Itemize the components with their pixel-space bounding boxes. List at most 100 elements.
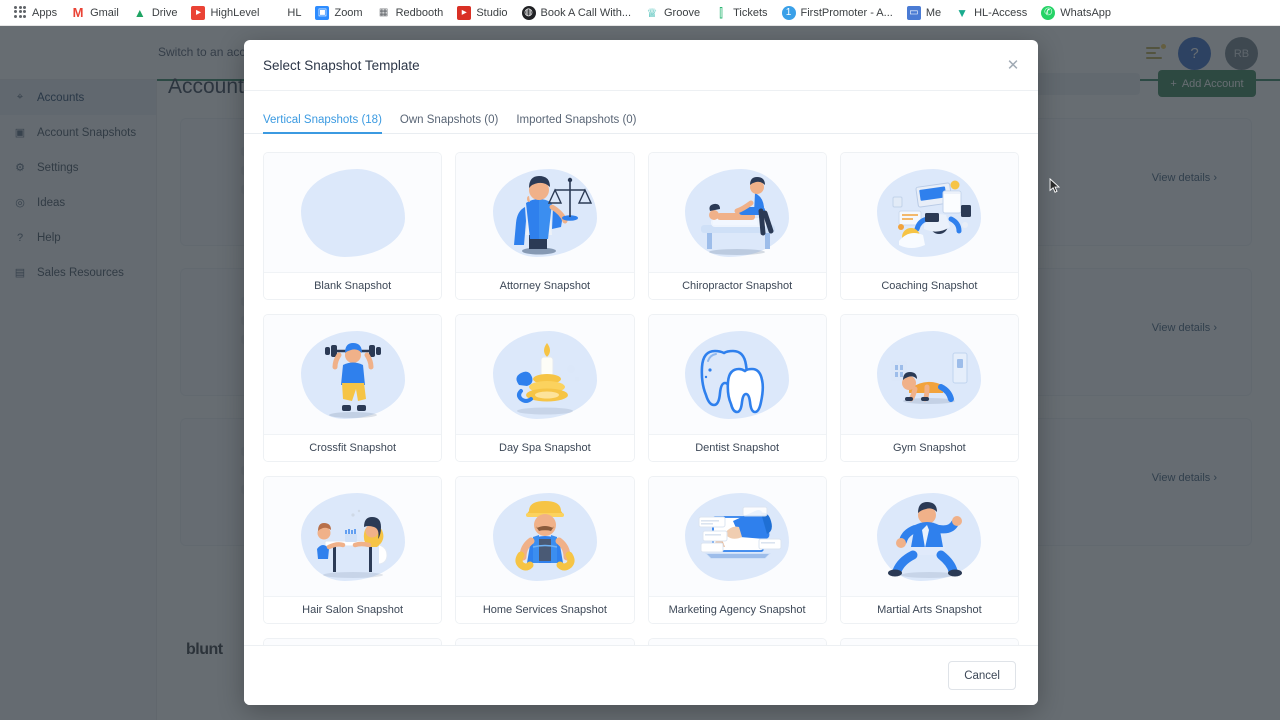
card-label: Dentist Snapshot (648, 434, 826, 461)
drive-icon: ▲ (133, 5, 146, 20)
tab-own-snapshots[interactable]: Own Snapshots (0) (391, 114, 507, 133)
card-illustration (840, 639, 1018, 645)
snapshot-card-partial[interactable] (455, 638, 635, 645)
highlevel-icon: ▸ (191, 5, 206, 20)
bookmark-label: Drive (151, 6, 178, 19)
card-label: Day Spa Snapshot (456, 434, 634, 461)
tab-label: Vertical Snapshots (18) (263, 114, 382, 126)
attorney-icon (513, 175, 592, 254)
martialarts-icon (888, 501, 963, 578)
snapshot-card-home-services[interactable]: Home Services Snapshot (455, 476, 635, 624)
me-icon: ▭ (906, 5, 921, 20)
modal-footer: Cancel (244, 645, 1038, 705)
bookmark-highlevel[interactable]: ▸ HighLevel (184, 3, 266, 23)
bookmark-firstpromoter[interactable]: 1 FirstPromoter - A... (775, 3, 900, 23)
bookmark-label: Gmail (90, 6, 119, 19)
hairsalon-icon (316, 509, 388, 578)
select-snapshot-template-modal: Select Snapshot Template ✕ Vertical Snap… (244, 40, 1038, 705)
bookmark-studio[interactable]: ▸ Studio (450, 3, 514, 23)
cancel-button[interactable]: Cancel (948, 661, 1016, 690)
bookmark-tickets[interactable]: ⫿ Tickets (707, 3, 774, 23)
bookmark-book-a-call[interactable]: ◍ Book A Call With... (515, 3, 638, 23)
tab-label: Own Snapshots (0) (399, 114, 499, 126)
card-label: Attorney Snapshot (456, 272, 634, 299)
snapshot-card-day-spa[interactable]: Day Spa Snapshot (455, 314, 635, 462)
bookmark-label: HL (287, 6, 302, 19)
bookmark-apps[interactable]: Apps (6, 3, 64, 23)
snapshot-card-gym[interactable]: Gym Snapshot (839, 314, 1019, 462)
card-label: Blank Snapshot (264, 272, 442, 299)
groove-icon: ♕ (646, 5, 658, 20)
bookmark-gmail[interactable]: M Gmail (64, 3, 126, 23)
snapshot-card-partial[interactable] (839, 638, 1019, 645)
homeservices-icon (515, 500, 575, 570)
bookmark-me[interactable]: ▭ Me (900, 3, 948, 23)
bookmark-label: Studio (476, 6, 508, 19)
marketing-megaphone-icon (698, 506, 782, 559)
tab-label: Imported Snapshots (0) (516, 114, 637, 126)
snapshot-card-chiropractor[interactable]: Chiropractor Snapshot (647, 152, 827, 300)
apps-grid-icon (13, 5, 27, 20)
gmail-icon: M (72, 5, 84, 20)
card-illustration (456, 639, 634, 645)
bookmark-groove[interactable]: ♕ Groove (638, 3, 707, 23)
card-illustration (264, 153, 442, 272)
card-label: Coaching Snapshot (840, 272, 1018, 299)
snapshot-card-marketing-agency[interactable]: Marketing Agency Snapshot (647, 476, 827, 624)
bookmark-whatsapp[interactable]: ✆ WhatsApp (1034, 3, 1118, 23)
card-illustration (648, 315, 826, 434)
bookmark-label: HL-Access (974, 6, 1028, 19)
bookmark-drive[interactable]: ▲ Drive (126, 3, 185, 23)
bookmark-zoom[interactable]: ▣ Zoom (308, 3, 369, 23)
snapshot-card-martial-arts[interactable]: Martial Arts Snapshot (839, 476, 1019, 624)
snapshot-card-partial[interactable] (647, 638, 827, 645)
snapshot-card-partial[interactable] (263, 638, 443, 645)
tab-vertical-snapshots[interactable]: Vertical Snapshots (18) (263, 114, 391, 134)
blank-blob-icon (300, 168, 405, 257)
card-label: Martial Arts Snapshot (840, 596, 1018, 623)
bookmark-hl[interactable]: HL (280, 3, 308, 23)
modal-tabs: Vertical Snapshots (18) Own Snapshots (0… (244, 104, 1038, 134)
bookmark-label: HighLevel (210, 6, 260, 19)
snapshot-card-crossfit[interactable]: Crossfit Snapshot (263, 314, 443, 462)
snapshot-card-blank[interactable]: Blank Snapshot (263, 152, 443, 300)
studio-icon: ▸ (457, 5, 472, 20)
dentist-tooth-icon (700, 349, 765, 413)
bookmark-label: Groove (664, 6, 701, 19)
crossfit-icon (324, 342, 381, 418)
snapshot-card-dentist[interactable]: Dentist Snapshot (647, 314, 827, 462)
snapshot-grid-scroll[interactable]: Blank Snapshot Attorney Snapshot Chiropr… (244, 134, 1038, 645)
card-illustration (840, 153, 1018, 272)
card-label: Chiropractor Snapshot (648, 272, 826, 299)
coaching-icon (892, 180, 972, 248)
bookmark-redbooth[interactable]: ▦ Redbooth (370, 3, 451, 23)
card-illustration (840, 477, 1018, 596)
chiropractor-icon (701, 176, 776, 255)
browser-bookmarks-bar: Apps M Gmail ▲ Drive ▸ HighLevel HL ▣ Zo… (0, 0, 1280, 26)
zoom-icon: ▣ (315, 5, 330, 20)
modal-title: Select Snapshot Template (263, 57, 420, 73)
bookmark-label: WhatsApp (1060, 6, 1112, 19)
card-illustration (648, 477, 826, 596)
card-label: Home Services Snapshot (456, 596, 634, 623)
bookmark-hl-access[interactable]: ▼ HL-Access (948, 3, 1034, 23)
card-illustration (456, 315, 634, 434)
close-icon[interactable]: ✕ (1003, 55, 1023, 75)
card-illustration (456, 153, 634, 272)
hl-access-icon: ▼ (956, 5, 969, 20)
whatsapp-icon: ✆ (1041, 5, 1056, 20)
card-illustration (264, 477, 442, 596)
card-illustration (840, 315, 1018, 434)
card-illustration (264, 639, 442, 645)
card-label: Marketing Agency Snapshot (648, 596, 826, 623)
gym-icon (891, 352, 968, 404)
card-label: Crossfit Snapshot (264, 434, 442, 461)
card-illustration (648, 639, 826, 645)
card-illustration (648, 153, 826, 272)
bookmark-label: Book A Call With... (540, 6, 631, 19)
snapshot-card-attorney[interactable]: Attorney Snapshot (455, 152, 635, 300)
tickets-icon: ⫿ (719, 5, 723, 20)
snapshot-card-coaching[interactable]: Coaching Snapshot (839, 152, 1019, 300)
tab-imported-snapshots[interactable]: Imported Snapshots (0) (507, 114, 645, 133)
snapshot-card-hair-salon[interactable]: Hair Salon Snapshot (263, 476, 443, 624)
